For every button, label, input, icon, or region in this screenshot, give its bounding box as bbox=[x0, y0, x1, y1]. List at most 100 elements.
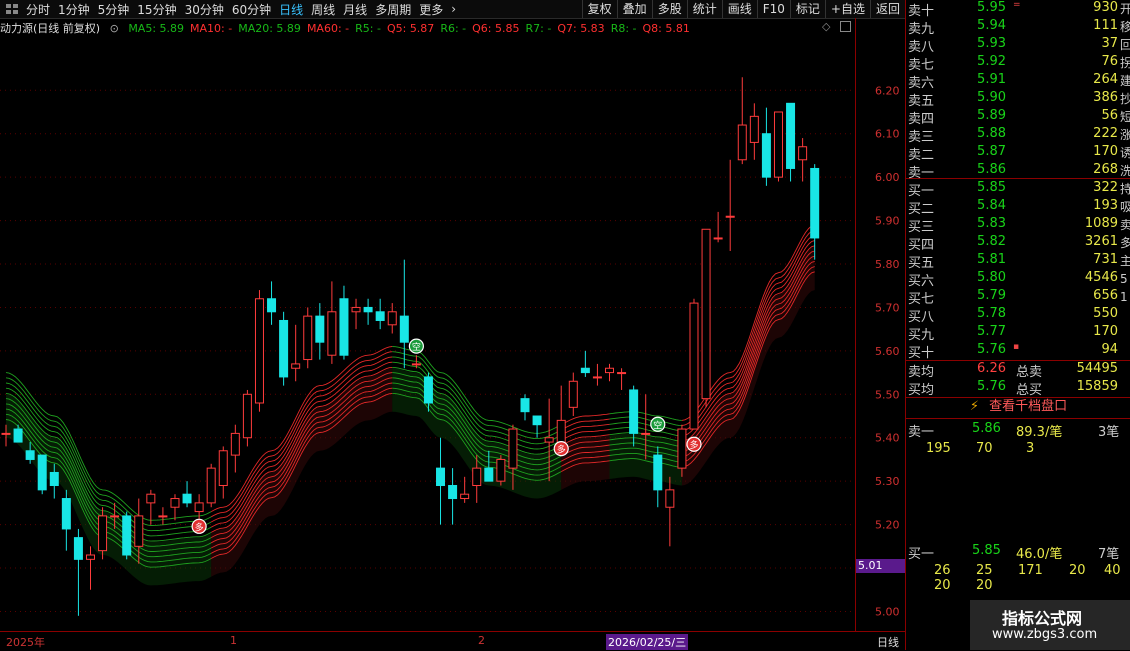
toolbar-button[interactable]: 画线 bbox=[721, 0, 757, 18]
sell-queue-label: 卖一 bbox=[908, 425, 935, 440]
candle-body bbox=[436, 467, 446, 487]
level-label: 买二 bbox=[908, 202, 935, 217]
period-tab[interactable]: 15分钟 bbox=[133, 1, 180, 18]
level-volume: 656 bbox=[1093, 288, 1118, 303]
order-book-row[interactable]: 卖十 5.95 = 930 bbox=[906, 0, 1130, 19]
level-label: 买六 bbox=[908, 274, 935, 289]
level-volume: 731 bbox=[1093, 252, 1118, 267]
order-book-row[interactable]: 卖一 5.86 268 bbox=[906, 162, 1130, 181]
order-book-row[interactable]: 买二 5.84 193 bbox=[906, 198, 1130, 217]
candle-body bbox=[339, 298, 349, 356]
candle-body bbox=[122, 515, 132, 556]
candle-body bbox=[725, 215, 735, 218]
level-price: 5.84 bbox=[977, 198, 1006, 213]
candle-body bbox=[218, 450, 228, 487]
toolbar-button[interactable]: 标记 bbox=[789, 0, 825, 18]
level-price: 5.80 bbox=[977, 270, 1006, 285]
order-book-row[interactable]: 买九 5.77 170 bbox=[906, 324, 1130, 343]
order-book-row[interactable]: 买一 5.85 322 bbox=[906, 180, 1130, 199]
order-book-row[interactable]: 买五 5.81 731 bbox=[906, 252, 1130, 271]
buy-queue-order: 20 bbox=[934, 578, 951, 593]
level-mark: ▪ bbox=[1013, 342, 1020, 352]
toolbar-button[interactable]: 返回 bbox=[869, 0, 905, 18]
level-volume: 268 bbox=[1093, 162, 1118, 177]
buy-queue-price: 5.85 bbox=[972, 543, 1001, 558]
indicator-value: MA20: 5.89 bbox=[238, 22, 301, 35]
kline-chart[interactable]: 6.20 6.10 6.00 5.90 5.80 5.70 5.60 5.50 5.40 5.30… bbox=[0, 36, 905, 631]
toolbar-button[interactable]: 叠加 bbox=[616, 0, 652, 18]
order-book-row[interactable]: 卖二 5.87 170 bbox=[906, 144, 1130, 163]
order-book-row[interactable]: 卖三 5.88 222 bbox=[906, 126, 1130, 145]
level-label: 卖三 bbox=[908, 130, 935, 145]
summary-row: 买均 5.76 总买 15859 bbox=[906, 379, 1130, 398]
level-label: 卖七 bbox=[908, 58, 935, 73]
period-tab[interactable]: 日线 bbox=[275, 1, 307, 18]
period-tab[interactable]: 月线 bbox=[339, 1, 371, 18]
period-tab[interactable]: 1分钟 bbox=[54, 1, 94, 18]
order-book-row[interactable]: 卖四 5.89 56 bbox=[906, 108, 1130, 127]
expand-icon[interactable] bbox=[840, 21, 851, 32]
period-indicator-button[interactable]: 日线 bbox=[877, 634, 899, 650]
price-tick-label: 5.30 bbox=[875, 475, 900, 488]
order-book-row[interactable]: 买三 5.83 1089 bbox=[906, 216, 1130, 235]
chevron-right-icon[interactable]: › bbox=[447, 2, 460, 16]
buy-queue-avg: 46.0/笔 bbox=[1016, 547, 1063, 562]
toolbar-button[interactable]: +自选 bbox=[824, 0, 870, 18]
buy-queue-order: 171 bbox=[1018, 563, 1043, 578]
settings-icon[interactable]: ⊙ bbox=[110, 22, 119, 35]
price-tick-label: 5.00 bbox=[875, 605, 900, 618]
indicator-value: Q6: 5.85 bbox=[472, 22, 520, 35]
date-axis: 2025年 1 2 2026/02/25/三 日线 bbox=[0, 631, 905, 651]
period-tab[interactable]: 周线 bbox=[307, 1, 339, 18]
candle-body bbox=[25, 450, 35, 460]
order-book-row[interactable]: 卖九 5.94 111 bbox=[906, 18, 1130, 37]
period-tab[interactable]: 多周期 bbox=[371, 1, 415, 18]
view-thousand-level-button[interactable]: ⚡ 查看千档盘口 bbox=[906, 397, 1130, 417]
summary-price: 6.26 bbox=[977, 361, 1006, 376]
summary-label-2: 总卖 bbox=[1016, 365, 1043, 380]
order-book-row[interactable]: 卖七 5.92 76 bbox=[906, 54, 1130, 73]
candle-body bbox=[363, 306, 373, 313]
toolbar-button[interactable]: F10 bbox=[756, 0, 790, 18]
period-tab[interactable]: 30分钟 bbox=[181, 1, 228, 18]
level-price: 5.88 bbox=[977, 126, 1006, 141]
signal-label: 空 bbox=[653, 419, 662, 431]
queue-divider bbox=[906, 418, 1130, 419]
level-label: 卖十 bbox=[908, 4, 935, 19]
level-volume: 193 bbox=[1093, 198, 1118, 213]
toolbar-button[interactable]: 统计 bbox=[686, 0, 722, 18]
toolbar-button[interactable]: 多股 bbox=[651, 0, 687, 18]
candle-body bbox=[629, 389, 639, 434]
level-price: 5.85 bbox=[977, 180, 1006, 195]
period-tab[interactable]: 5分钟 bbox=[94, 1, 134, 18]
candle-body bbox=[411, 363, 421, 366]
level-label: 卖八 bbox=[908, 40, 935, 55]
level-volume: 94 bbox=[1101, 342, 1118, 357]
period-tab[interactable]: 分时 bbox=[22, 1, 54, 18]
date-axis-label: 1 bbox=[230, 634, 237, 647]
toolbar-button[interactable]: 复权 bbox=[581, 0, 617, 18]
period-tab[interactable]: 60分钟 bbox=[228, 1, 275, 18]
order-book-row[interactable]: 卖八 5.93 37 bbox=[906, 36, 1130, 55]
menu-grid-icon[interactable] bbox=[6, 4, 18, 14]
order-book-row[interactable]: 买十 5.76 ▪ 94 bbox=[906, 342, 1130, 361]
candle-body bbox=[448, 485, 458, 500]
level-volume: 4546 bbox=[1084, 270, 1118, 285]
order-book-row[interactable]: 卖五 5.90 386 bbox=[906, 90, 1130, 109]
level-volume: 930 bbox=[1093, 0, 1118, 15]
order-book-row[interactable]: 买七 5.79 656 bbox=[906, 288, 1130, 307]
summary-label: 卖均 bbox=[908, 365, 935, 380]
order-book-row[interactable]: 卖六 5.91 264 bbox=[906, 72, 1130, 91]
candle-body bbox=[61, 498, 71, 530]
candle-body bbox=[1, 432, 11, 435]
order-book-row[interactable]: 买六 5.80 4546 bbox=[906, 270, 1130, 289]
order-book-row[interactable]: 买四 5.82 3261 bbox=[906, 234, 1130, 253]
diamond-icon[interactable]: ◇ bbox=[822, 20, 830, 33]
candle-body bbox=[423, 376, 433, 404]
candle-body bbox=[315, 315, 325, 343]
candle-body bbox=[49, 471, 59, 487]
order-book-row[interactable]: 买八 5.78 550 bbox=[906, 306, 1130, 325]
period-tab[interactable]: 更多 bbox=[415, 1, 447, 18]
level-label: 卖九 bbox=[908, 22, 935, 37]
level-price: 5.90 bbox=[977, 90, 1006, 105]
